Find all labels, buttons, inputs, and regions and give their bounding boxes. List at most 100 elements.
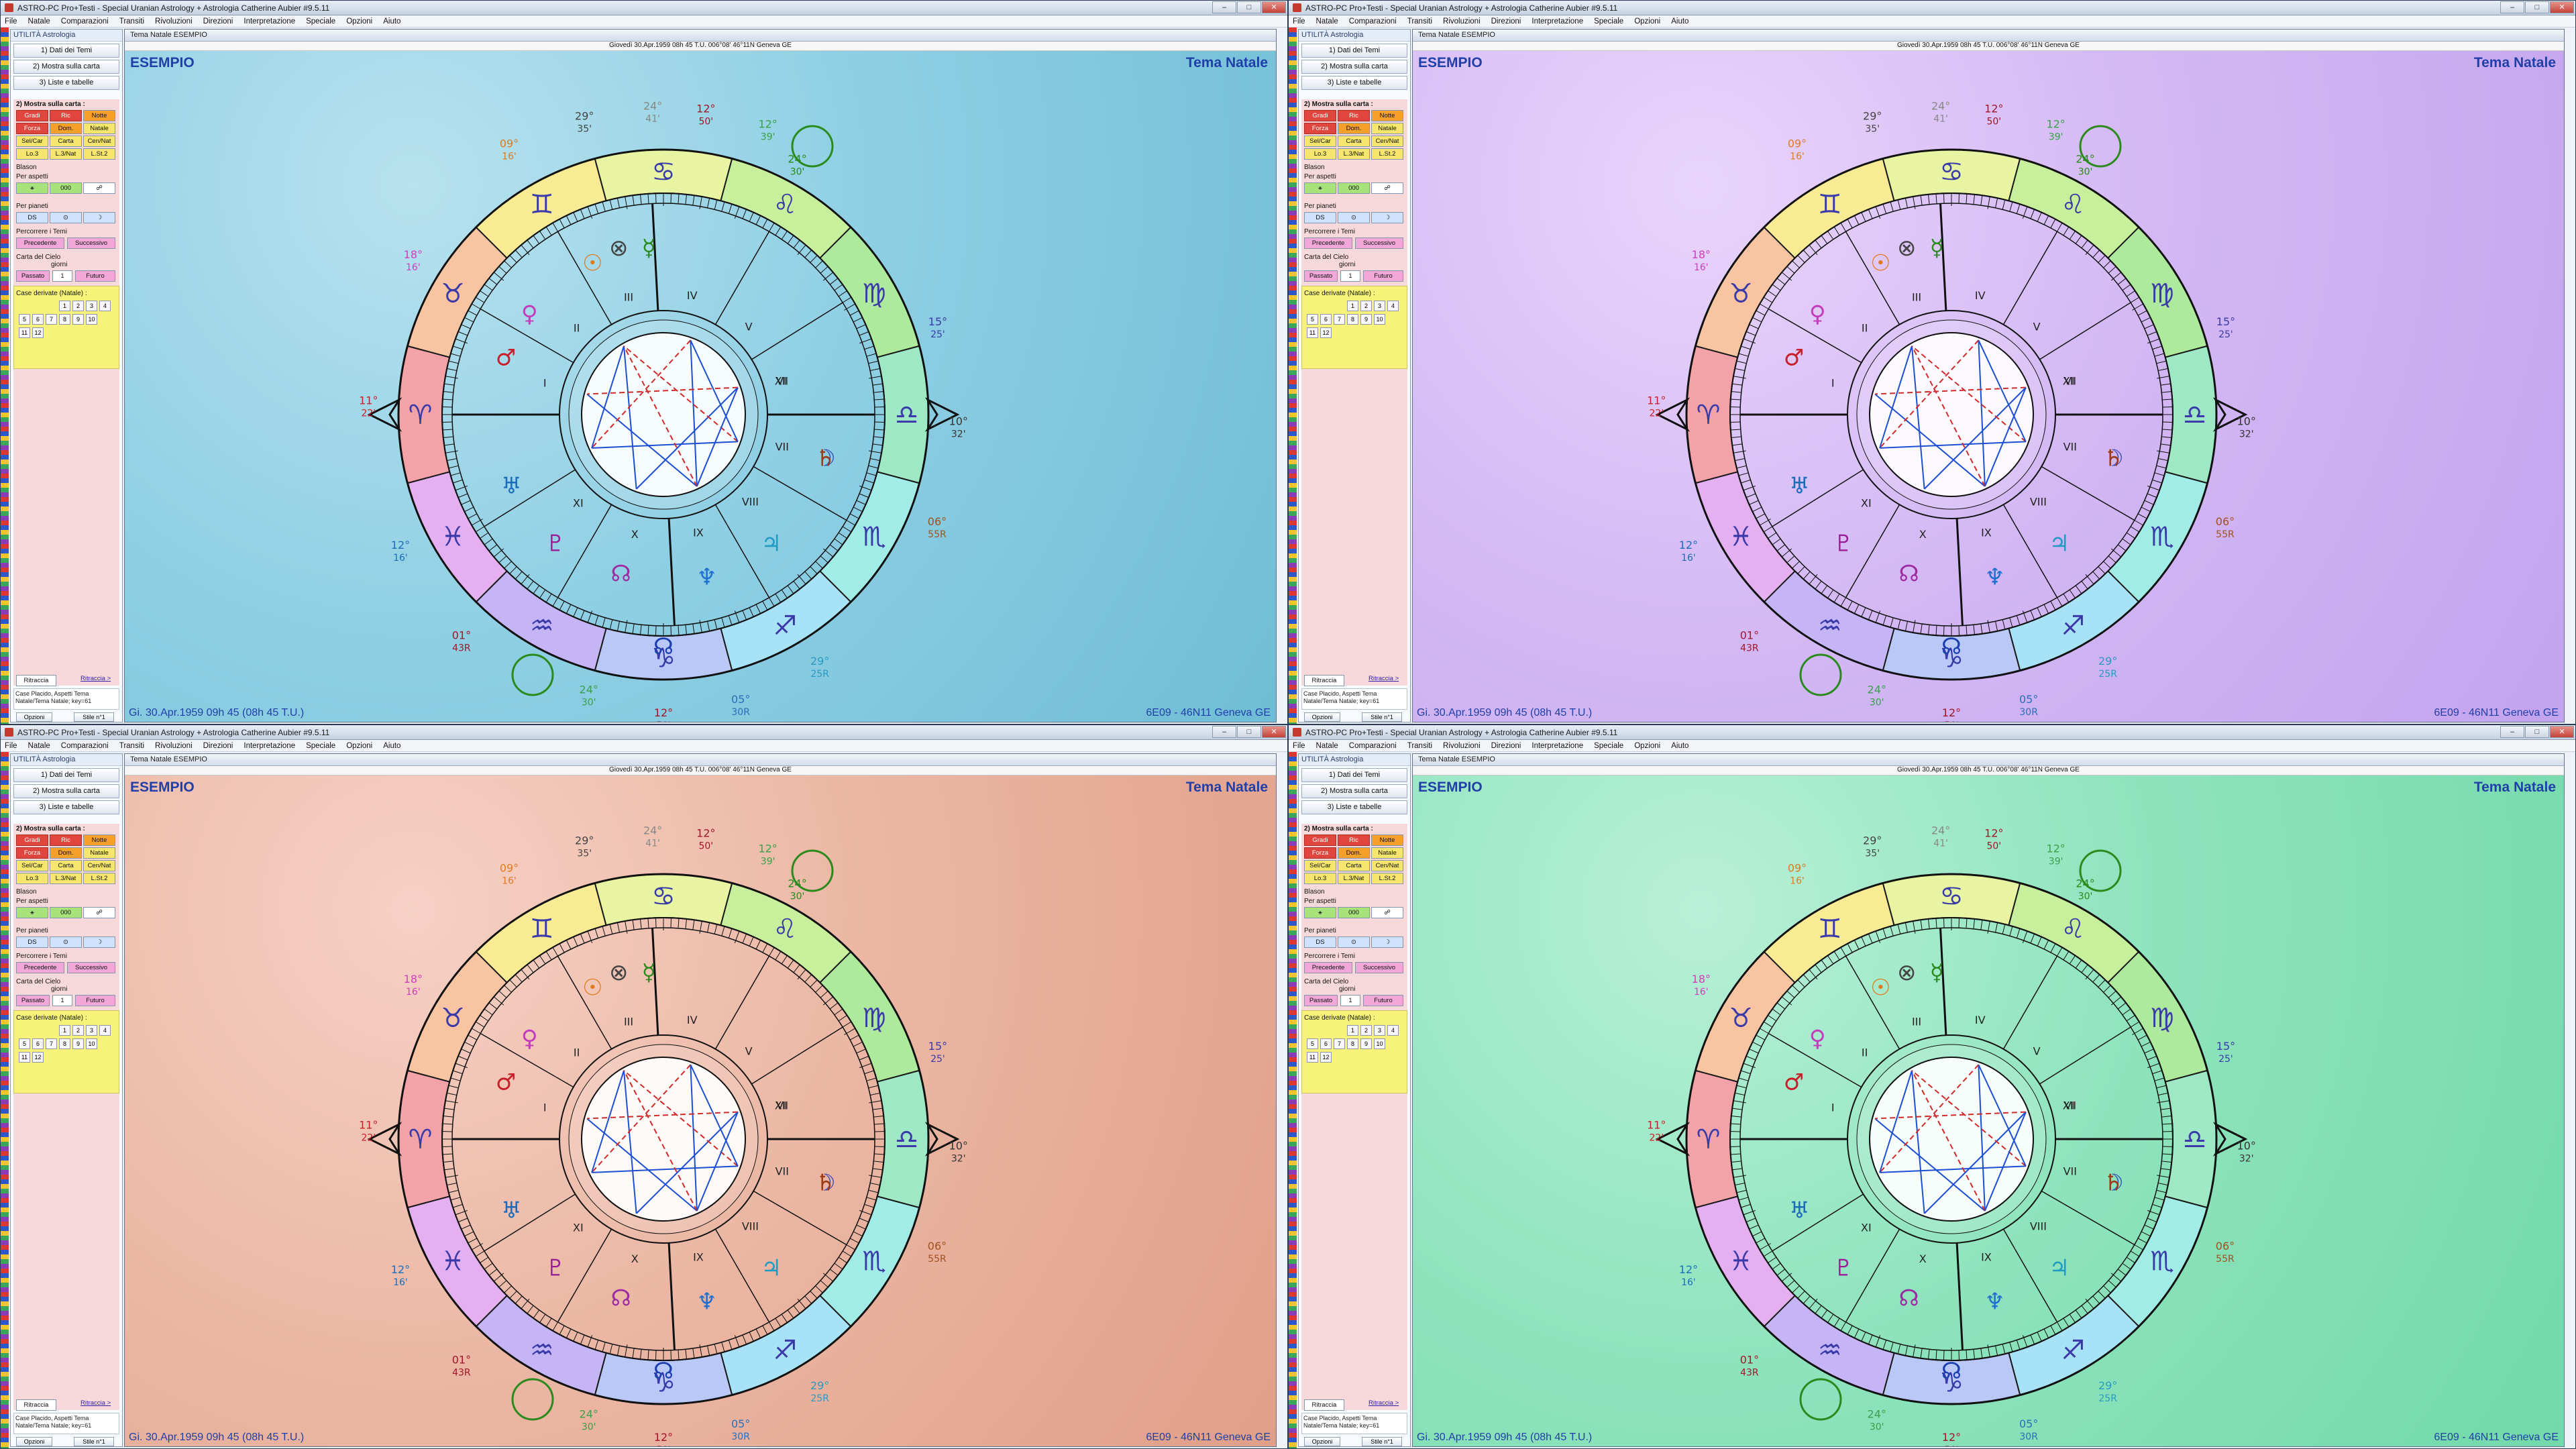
sel-car-button[interactable]: Sel/Car [1304, 136, 1336, 147]
cen-nat-button[interactable]: Cen/Nat [83, 136, 115, 147]
menu-interpretazione[interactable]: Interpretazione [1532, 742, 1583, 750]
house-12-button[interactable]: 12 [1320, 1052, 1332, 1063]
futuro-button[interactable]: Futuro [1363, 270, 1403, 282]
mostra-carta-button[interactable]: 2) Mostra sulla carta [1301, 784, 1407, 798]
house-1-button[interactable]: 1 [59, 301, 70, 311]
menu-opzioni[interactable]: Opzioni [1634, 17, 1660, 25]
node-icon[interactable]: ☊ [610, 1285, 631, 1312]
mercury-icon[interactable]: ☿ [1930, 235, 1944, 262]
precedente-button[interactable]: Precedente [1304, 237, 1352, 249]
mercury-icon[interactable]: ☿ [642, 235, 656, 262]
menu-speciale[interactable]: Speciale [1594, 17, 1623, 25]
house-6-button[interactable]: 6 [1320, 1038, 1332, 1049]
house-9-button[interactable]: 9 [1360, 314, 1372, 325]
notte-button[interactable]: Notte [1371, 835, 1403, 846]
chart-canvas[interactable]: ESEMPIO Tema Natale ♈ ♉ ♊ ♋ ♌ ♍ ♎ ♏ ♐ ♑ ♒ ♓ I II III IV… [1413, 51, 2564, 722]
lst2-button[interactable]: L.St.2 [83, 148, 115, 160]
sun-icon[interactable]: ☉ [1870, 974, 1890, 1001]
house-10-button[interactable]: 10 [1374, 1038, 1385, 1049]
planet-ds-button[interactable]: DS [1304, 212, 1336, 223]
venus-icon[interactable]: ♀ [521, 301, 538, 328]
house-7-button[interactable]: 7 [46, 1038, 57, 1049]
gradi-button[interactable]: Gradi [16, 835, 48, 846]
mars-icon[interactable]: ♂ [1784, 1069, 1804, 1095]
sel-car-button[interactable]: Sel/Car [1304, 860, 1336, 871]
mostra-carta-button[interactable]: 2) Mostra sulla carta [13, 784, 119, 798]
opzioni-button[interactable]: Opzioni [1304, 1437, 1340, 1446]
natale-button[interactable]: Natale [83, 847, 115, 859]
planet-ds-button[interactable]: DS [1304, 936, 1336, 948]
aspect-opposition-button[interactable]: ☍ [1371, 182, 1403, 194]
lo3-button[interactable]: Lo.3 [16, 148, 48, 160]
house-4-button[interactable]: 4 [1387, 301, 1399, 311]
natal-wheel[interactable]: ♈♉♊♋♌♍♎♏♐♑♒♓IIIIII IVVVIVIIVIIIIXXXIXII☉☽… [1647, 99, 2256, 722]
ritraccia-button[interactable]: Ritraccia [16, 1399, 56, 1411]
venus-icon[interactable]: ♀ [1809, 1026, 1826, 1053]
lo3-button[interactable]: Lo.3 [1304, 148, 1336, 160]
node-icon[interactable]: ☊ [1898, 1285, 1919, 1312]
ritraccia-link[interactable]: Ritraccia > [1368, 1399, 1399, 1407]
sun-icon[interactable]: ☉ [1870, 250, 1890, 276]
aspect-opposition-button[interactable]: ☍ [83, 182, 115, 194]
opzioni-button[interactable]: Opzioni [16, 712, 52, 722]
saturn-icon[interactable]: ♄ [815, 445, 835, 472]
giorni-input[interactable]: 1 [1340, 995, 1360, 1006]
menu-natale[interactable]: Natale [28, 742, 50, 750]
aspect-sextile-button[interactable]: ⚹ [1304, 907, 1336, 918]
notte-button[interactable]: Notte [83, 835, 115, 846]
chart-canvas[interactable]: ESEMPIO Tema Natale ♈ ♉ ♊ ♋ ♌ ♍ ♎ ♏ ♐ ♑ ♒ ♓ I II III IV… [125, 775, 1276, 1446]
liste-tabelle-button[interactable]: 3) Liste e tabelle [1301, 800, 1407, 814]
house-6-button[interactable]: 6 [32, 1038, 44, 1049]
menu-comparazioni[interactable]: Comparazioni [1349, 17, 1397, 25]
house-8-button[interactable]: 8 [1347, 1038, 1358, 1049]
jupiter-icon[interactable]: ♃ [2049, 1255, 2069, 1282]
stile-button[interactable]: Stile n°1 [1362, 1437, 1402, 1446]
saturn-icon[interactable]: ♄ [2103, 1170, 2123, 1197]
futuro-button[interactable]: Futuro [75, 270, 115, 282]
mercury-icon[interactable]: ☿ [1930, 959, 1944, 986]
opzioni-button[interactable]: Opzioni [1304, 712, 1340, 722]
maximize-button[interactable]: □ [1237, 726, 1261, 738]
menu-direzioni[interactable]: Direzioni [203, 17, 233, 25]
futuro-button[interactable]: Futuro [1363, 995, 1403, 1006]
mercury-icon[interactable]: ☿ [642, 959, 656, 986]
menu-transiti[interactable]: Transiti [119, 742, 144, 750]
forza-button[interactable]: Forza [16, 123, 48, 134]
house-3-button[interactable]: 3 [1374, 301, 1385, 311]
menu-file[interactable]: File [1293, 17, 1305, 25]
uranus-icon[interactable]: ♅ [501, 473, 521, 500]
house-2-button[interactable]: 2 [1360, 301, 1372, 311]
aspect-all-button[interactable]: 000 [50, 907, 82, 918]
sun-icon[interactable]: ☉ [582, 250, 602, 276]
menu-file[interactable]: File [1293, 742, 1305, 750]
ritraccia-button[interactable]: Ritraccia [1304, 675, 1344, 686]
neptune-icon[interactable]: ♆ [696, 1288, 716, 1315]
maximize-button[interactable]: □ [2525, 726, 2549, 738]
natal-wheel[interactable]: ♈♉♊♋♌♍♎♏♐♑♒♓IIIIII IVVVIVIIVIIIIXXXIXII☉☽… [359, 99, 968, 722]
house-7-button[interactable]: 7 [46, 314, 57, 325]
forza-button[interactable]: Forza [1304, 847, 1336, 859]
house-4-button[interactable]: 4 [1387, 1025, 1399, 1036]
natale-button[interactable]: Natale [1371, 847, 1403, 859]
house-12-button[interactable]: 12 [1320, 327, 1332, 338]
pluto-icon[interactable]: ♇ [545, 1255, 566, 1282]
menu-rivoluzioni[interactable]: Rivoluzioni [155, 17, 193, 25]
liste-tabelle-button[interactable]: 3) Liste e tabelle [1301, 76, 1407, 90]
gradi-button[interactable]: Gradi [1304, 835, 1336, 846]
close-button[interactable]: ✕ [1262, 726, 1286, 738]
house-8-button[interactable]: 8 [59, 314, 70, 325]
menu-file[interactable]: File [5, 17, 17, 25]
menu-speciale[interactable]: Speciale [306, 742, 335, 750]
jupiter-icon[interactable]: ♃ [761, 531, 781, 557]
aspect-all-button[interactable]: 000 [1338, 182, 1370, 194]
precedente-button[interactable]: Precedente [1304, 962, 1352, 973]
mars-icon[interactable]: ♂ [496, 1069, 516, 1095]
carta-button[interactable]: Carta [50, 136, 82, 147]
planet-sun-button[interactable]: ⊙ [1338, 212, 1370, 223]
ric-button[interactable]: Ric [50, 110, 82, 121]
pluto-icon[interactable]: ♇ [545, 531, 566, 557]
ric-button[interactable]: Ric [1338, 835, 1370, 846]
cen-nat-button[interactable]: Cen/Nat [1371, 136, 1403, 147]
notte-button[interactable]: Notte [83, 110, 115, 121]
chart-canvas[interactable]: ESEMPIO Tema Natale ♈ ♉ ♊ ♋ ♌ ♍ ♎ ♏ ♐ ♑ ♒ ♓ I II III IV… [1413, 775, 2564, 1446]
